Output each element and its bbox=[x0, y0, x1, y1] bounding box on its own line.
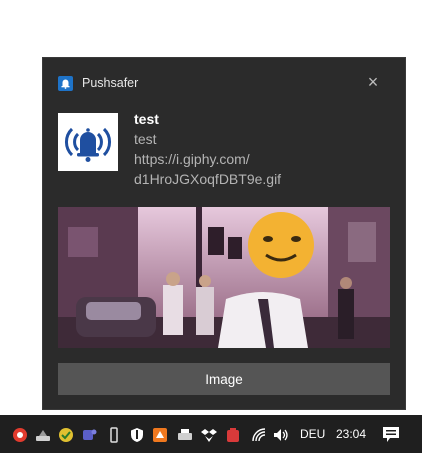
dropbox-icon[interactable] bbox=[201, 427, 217, 443]
action-center-icon[interactable] bbox=[382, 426, 400, 443]
notification-line: d1HroJGXoqfDBT9e.gif bbox=[134, 171, 282, 187]
printer-icon[interactable] bbox=[177, 427, 193, 443]
close-button[interactable]: × bbox=[364, 73, 382, 92]
volume-icon[interactable] bbox=[273, 427, 289, 443]
notification-line: https://i.giphy.com/ bbox=[134, 151, 250, 167]
taskbar: DEU 23:04 bbox=[0, 415, 422, 453]
usb-icon[interactable] bbox=[106, 427, 122, 443]
security-icon[interactable] bbox=[129, 427, 145, 443]
red-app-icon[interactable] bbox=[225, 427, 241, 443]
shield-check-icon[interactable] bbox=[58, 427, 74, 443]
toast-notification[interactable]: Pushsafer × test test https://i.giphy.co… bbox=[42, 57, 406, 410]
notification-line: test bbox=[134, 131, 157, 147]
clock[interactable]: 23:04 bbox=[336, 427, 366, 441]
language-indicator[interactable]: DEU bbox=[300, 427, 325, 441]
image-action-button[interactable]: Image bbox=[58, 363, 390, 395]
wifi-icon[interactable] bbox=[251, 427, 267, 443]
drive-icon[interactable] bbox=[35, 427, 51, 443]
hero-image bbox=[58, 207, 390, 348]
toast-header: Pushsafer × bbox=[58, 73, 392, 94]
orange-app-icon[interactable] bbox=[152, 427, 168, 443]
teams-icon[interactable] bbox=[81, 427, 97, 443]
bell-broadcast-icon bbox=[58, 76, 73, 91]
chrome-like-icon[interactable] bbox=[12, 427, 28, 443]
notification-text: test test https://i.giphy.com/ d1HroJGXo… bbox=[134, 110, 384, 189]
app-name: Pushsafer bbox=[82, 76, 139, 90]
pushsafer-logo-icon bbox=[58, 113, 118, 171]
notification-title: test bbox=[134, 111, 159, 127]
